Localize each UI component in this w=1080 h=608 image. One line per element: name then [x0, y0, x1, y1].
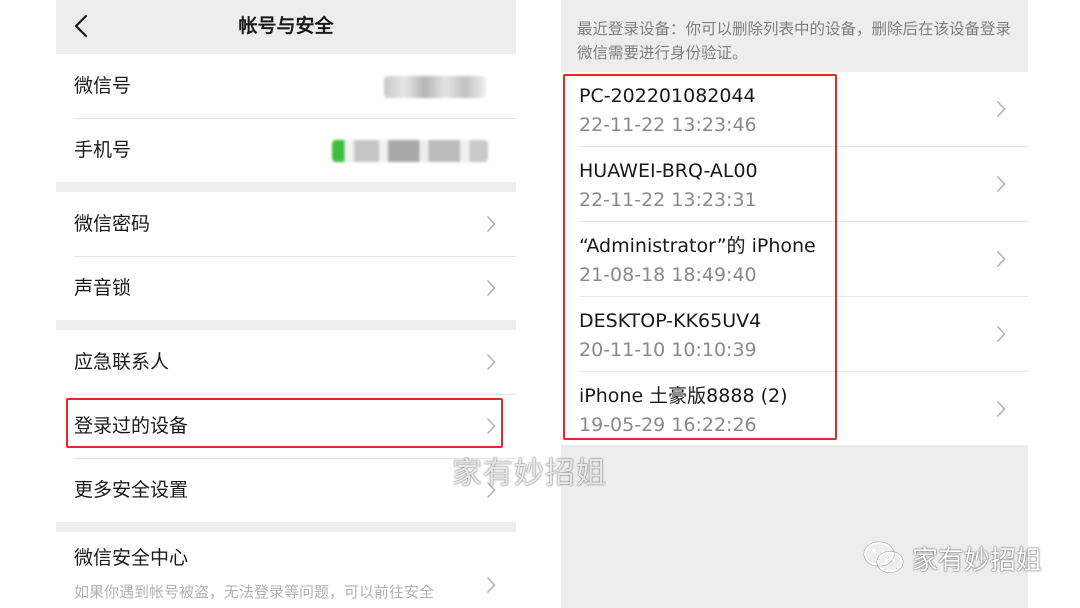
watermark-text: 家有妙招姐: [452, 456, 607, 491]
emergency-contact-label: 应急联系人: [74, 351, 170, 373]
phone-value-blurred: [332, 140, 488, 162]
chevron-right-icon: [996, 175, 1006, 193]
password-group: 微信密码 声音锁: [56, 192, 516, 320]
chevron-right-icon: [996, 100, 1006, 118]
more-security-row[interactable]: 更多安全设置: [56, 458, 516, 522]
chevron-right-icon: [996, 250, 1006, 268]
security-center-row[interactable]: 微信安全中心 如果你遇到帐号被盗，无法登录等问题，可以前往安全: [56, 532, 516, 608]
more-security-label: 更多安全设置: [74, 479, 189, 501]
highlight-box: [563, 74, 837, 440]
wechat-id-label: 微信号: [74, 75, 132, 97]
chevron-right-icon: [486, 576, 496, 594]
page-title: 帐号与安全: [238, 15, 334, 37]
wechat-id-value-blurred: [384, 76, 486, 98]
voice-lock-label: 声音锁: [74, 277, 132, 299]
account-security-screen: 帐号与安全 微信号 手机号 微信密码 声音锁 应急联系人 登录过的设备 更多安全…: [56, 0, 516, 608]
screenshot-stage: 帐号与安全 微信号 手机号 微信密码 声音锁 应急联系人 登录过的设备 更多安全…: [0, 0, 1080, 608]
chevron-right-icon: [486, 279, 496, 297]
nav-bar: 帐号与安全: [56, 0, 516, 53]
phone-row[interactable]: 手机号: [56, 118, 516, 182]
devices-hint-text: 最近登录设备：你可以删除列表中的设备，删除后在该设备登录微信需要进行身份验证。: [577, 20, 1012, 62]
password-label: 微信密码: [74, 213, 151, 235]
wechat-id-row[interactable]: 微信号: [56, 54, 516, 118]
voice-lock-row[interactable]: 声音锁: [56, 256, 516, 320]
phone-label: 手机号: [74, 139, 132, 161]
wechat-logo-icon: [863, 541, 904, 573]
security-center-label: 微信安全中心: [74, 547, 189, 569]
password-row[interactable]: 微信密码: [56, 192, 516, 256]
chevron-right-icon: [486, 215, 496, 233]
highlight-box: [66, 398, 503, 448]
chevron-right-icon: [996, 400, 1006, 418]
account-info-group: 微信号 手机号: [56, 54, 516, 182]
watermark-brand: 家有妙招姐: [862, 536, 1042, 580]
chevron-right-icon: [996, 325, 1006, 343]
security-center-description: 如果你遇到帐号被盗，无法登录等问题，可以前往安全: [74, 583, 435, 601]
emergency-contact-row[interactable]: 应急联系人: [56, 330, 516, 394]
chevron-right-icon: [486, 353, 496, 371]
watermark-brand-text: 家有妙招姐: [912, 545, 1043, 576]
